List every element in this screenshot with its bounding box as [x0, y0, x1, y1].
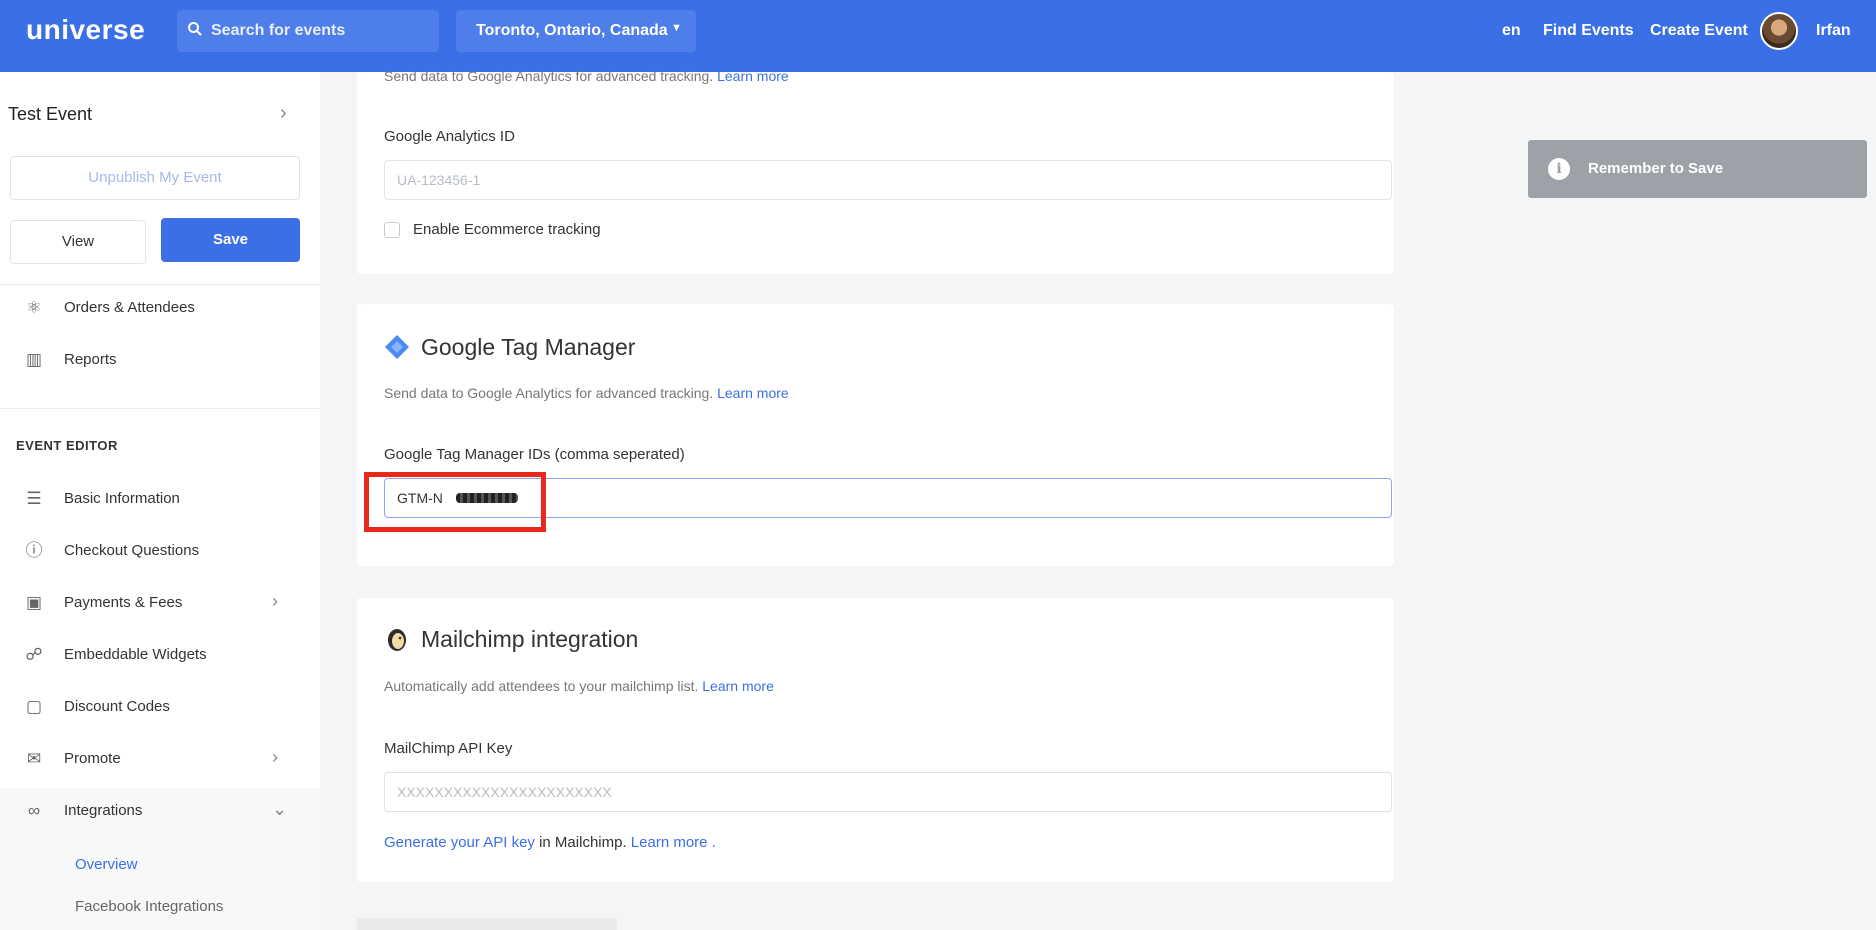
- generate-api-key-link[interactable]: Generate your API key: [384, 834, 535, 851]
- learn-more-link[interactable]: Learn more: [717, 68, 789, 84]
- mailchimp-icon: [388, 629, 406, 651]
- mailchimp-api-key-label: MailChimp API Key: [384, 740, 513, 757]
- sidebar-item-label: Integrations: [64, 802, 143, 819]
- sidebar-item-label: Basic Information: [64, 490, 180, 507]
- save-button[interactable]: Save: [161, 218, 300, 262]
- chevron-down-icon: ⌄: [272, 799, 288, 819]
- ecommerce-checkbox[interactable]: [384, 222, 400, 238]
- remember-to-save-toast: i Remember to Save: [1528, 140, 1867, 198]
- analytics-description: Send data to Google Analytics for advanc…: [384, 68, 789, 84]
- sidebar-item-checkout-questions[interactable]: ⓘ Checkout Questions: [24, 537, 304, 567]
- highlight-box: [364, 472, 546, 532]
- gtm-description-text: Send data to Google Analytics for advanc…: [384, 385, 714, 401]
- mailchimp-description-text: Automatically add attendees to your mail…: [384, 678, 699, 694]
- sidebar: Test Event › Unpublish My Event View Sav…: [0, 72, 320, 930]
- gtm-ids-label: Google Tag Manager IDs (comma seperated): [384, 446, 685, 463]
- sidebar-item-embeddable-widgets[interactable]: ☍ Embeddable Widgets: [24, 641, 304, 671]
- analytics-id-input[interactable]: [384, 160, 1392, 200]
- unpublish-button[interactable]: Unpublish My Event: [10, 156, 300, 200]
- sidebar-item-payments[interactable]: ▣ Payments & Fees ›: [24, 589, 304, 619]
- list-icon: ☰: [26, 489, 42, 508]
- sidebar-subitem-facebook-integrations[interactable]: Facebook Integrations: [75, 898, 223, 915]
- ticket-icon: ▢: [25, 697, 43, 716]
- sidebar-item-discount-codes[interactable]: ▢ Discount Codes: [24, 693, 304, 723]
- toast-message: Remember to Save: [1588, 160, 1724, 177]
- info-icon: i: [1548, 158, 1570, 180]
- mailchimp-description: Automatically add attendees to your mail…: [384, 678, 774, 694]
- cart-icon: ☍: [25, 645, 43, 664]
- view-button[interactable]: View: [10, 220, 146, 264]
- create-event-link[interactable]: Create Event: [1650, 22, 1748, 40]
- megaphone-icon: ✉: [26, 749, 42, 768]
- divider: [0, 408, 320, 409]
- google-analytics-card: Send data to Google Analytics for advanc…: [357, 68, 1394, 274]
- gtm-description: Send data to Google Analytics for advanc…: [384, 385, 789, 401]
- divider: [0, 284, 320, 285]
- sidebar-item-label: Discount Codes: [64, 698, 170, 715]
- learn-more-link[interactable]: Learn more .: [631, 834, 716, 851]
- sidebar-item-label: Reports: [64, 351, 117, 368]
- mailchimp-title: Mailchimp integration: [421, 626, 639, 652]
- location-arrow-icon: ▼: [671, 22, 682, 34]
- next-section-peek: [357, 918, 617, 930]
- sidebar-item-integrations[interactable]: ∞ Integrations ⌄: [24, 797, 304, 827]
- sidebar-subitem-overview[interactable]: Overview: [75, 856, 138, 873]
- user-name[interactable]: Irfan: [1816, 22, 1851, 40]
- find-events-link[interactable]: Find Events: [1543, 22, 1634, 40]
- search-icon: [188, 22, 202, 36]
- mailchimp-api-key-input[interactable]: [384, 772, 1392, 812]
- search-placeholder: Search for events: [211, 22, 346, 39]
- link-icon: ∞: [27, 801, 41, 820]
- generate-suffix: in Mailchimp.: [539, 834, 627, 851]
- google-tag-manager-icon: [385, 335, 409, 359]
- sidebar-item-label: Embeddable Widgets: [64, 646, 207, 663]
- analytics-id-label: Google Analytics ID: [384, 128, 515, 145]
- sidebar-item-label: Checkout Questions: [64, 542, 200, 559]
- sidebar-item-label: Promote: [64, 750, 121, 767]
- sidebar-item-orders[interactable]: ⚛ Orders & Attendees: [24, 294, 304, 324]
- language-selector[interactable]: en: [1502, 22, 1521, 40]
- learn-more-link[interactable]: Learn more: [702, 678, 774, 694]
- ecommerce-label: Enable Ecommerce tracking: [413, 221, 601, 238]
- gtm-title: Google Tag Manager: [421, 334, 636, 360]
- search-bar[interactable]: Search for events: [177, 10, 439, 52]
- sidebar-item-promote[interactable]: ✉ Promote ›: [24, 745, 304, 775]
- chevron-right-icon[interactable]: ›: [280, 102, 287, 125]
- chevron-right-icon: ›: [272, 591, 278, 611]
- money-icon: ▣: [25, 593, 43, 612]
- location-label: Toronto, Ontario, Canada: [476, 22, 668, 39]
- universe-logo[interactable]: universe: [26, 14, 145, 46]
- sidebar-item-label: Orders & Attendees: [64, 299, 195, 316]
- top-nav-bar: universe Search for events Toronto, Onta…: [0, 0, 1876, 72]
- user-avatar[interactable]: [1760, 12, 1798, 50]
- tag-icon: ⚛: [26, 298, 42, 317]
- analytics-description-text: Send data to Google Analytics for advanc…: [384, 68, 714, 84]
- event-title[interactable]: Test Event: [8, 104, 92, 125]
- chevron-right-icon: ›: [272, 747, 278, 767]
- question-icon: ⓘ: [25, 541, 43, 560]
- location-selector[interactable]: Toronto, Ontario, Canada ▼: [456, 10, 696, 52]
- generate-api-key-line: Generate your API key in Mailchimp. Lear…: [384, 834, 716, 851]
- mailchimp-card: Mailchimp integration Automatically add …: [357, 598, 1394, 882]
- sidebar-item-reports[interactable]: ▥ Reports: [24, 346, 304, 376]
- sidebar-item-basic-information[interactable]: ☰ Basic Information: [24, 485, 304, 515]
- sidebar-item-label: Payments & Fees: [64, 594, 183, 611]
- learn-more-link[interactable]: Learn more: [717, 385, 789, 401]
- bar-chart-icon: ▥: [25, 350, 43, 369]
- section-label: EVENT EDITOR: [16, 438, 118, 453]
